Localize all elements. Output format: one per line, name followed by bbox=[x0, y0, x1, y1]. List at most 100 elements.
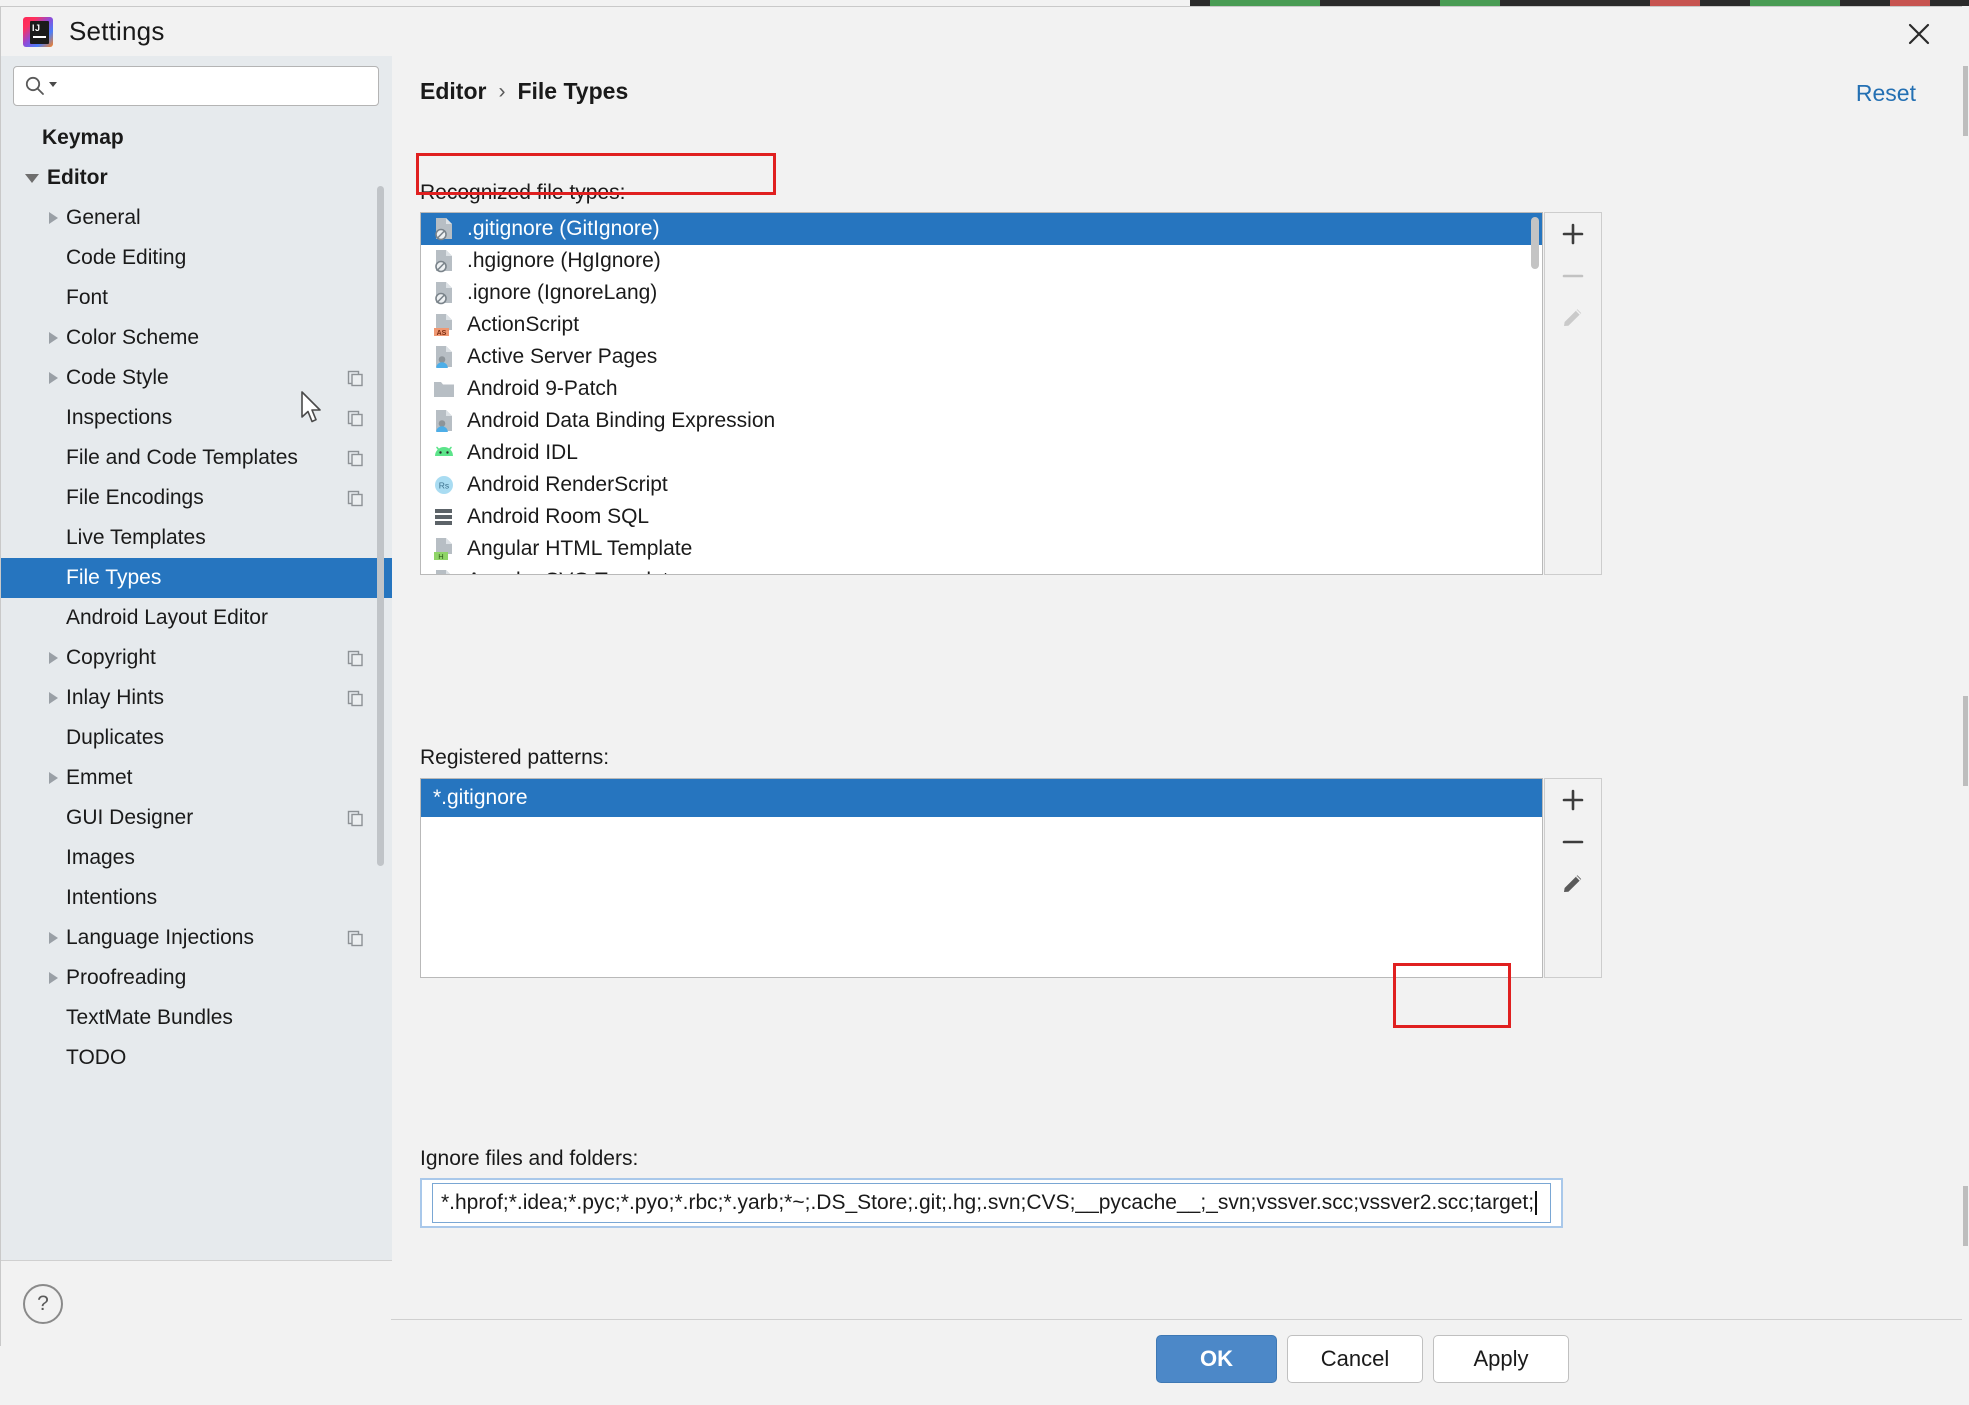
add-file-type-button[interactable] bbox=[1544, 213, 1602, 255]
intellij-idea-logo-icon: IJ bbox=[23, 17, 53, 47]
file-type-row[interactable]: ASActionScript bbox=[421, 309, 1542, 341]
chevron-right-icon[interactable] bbox=[49, 932, 58, 944]
sidebar-item-label: File and Code Templates bbox=[66, 446, 298, 470]
recognized-file-types-list[interactable]: .gitignore (GitIgnore) .hgignore (HgIgnor… bbox=[420, 212, 1543, 575]
sidebar-item-file-and-code-templates[interactable]: File and Code Templates bbox=[1, 438, 392, 478]
copy-settings-icon[interactable] bbox=[347, 809, 364, 826]
sidebar-item-label: File Types bbox=[66, 566, 161, 590]
sidebar-item-file-types[interactable]: File Types bbox=[1, 558, 392, 598]
dialog-outer-scrollbar[interactable] bbox=[1962, 6, 1969, 1346]
search-box[interactable] bbox=[13, 66, 379, 106]
sidebar-item-label: Live Templates bbox=[66, 526, 206, 550]
sidebar-item-file-encodings[interactable]: File Encodings bbox=[1, 478, 392, 518]
file-type-row[interactable]: Android Data Binding Expression bbox=[421, 405, 1542, 437]
sidebar-item-editor[interactable]: Editor bbox=[1, 158, 392, 198]
reset-link[interactable]: Reset bbox=[1856, 80, 1916, 107]
file-type-row[interactable]: HAngular HTML Template bbox=[421, 533, 1542, 565]
sidebar-item-label: Emmet bbox=[66, 766, 133, 790]
remove-file-type-button[interactable] bbox=[1544, 255, 1602, 297]
sidebar-item-label: Keymap bbox=[42, 126, 124, 150]
file-type-row[interactable]: .ignore (IgnoreLang) bbox=[421, 277, 1542, 309]
breadcrumb-parent[interactable]: Editor bbox=[420, 78, 486, 105]
file-type-row[interactable]: Android 9-Patch bbox=[421, 373, 1542, 405]
folder-icon bbox=[433, 377, 455, 401]
remove-pattern-button[interactable] bbox=[1544, 821, 1602, 863]
sidebar-scrollbar[interactable] bbox=[377, 186, 384, 866]
sidebar-item-emmet[interactable]: Emmet bbox=[1, 758, 392, 798]
file-type-row[interactable]: .hgignore (HgIgnore) bbox=[421, 245, 1542, 277]
copy-settings-icon[interactable] bbox=[347, 369, 364, 386]
cancel-button[interactable]: Cancel bbox=[1287, 1335, 1423, 1383]
copy-settings-icon[interactable] bbox=[347, 689, 364, 706]
search-input[interactable] bbox=[63, 76, 363, 96]
sidebar-item-android-layout-editor[interactable]: Android Layout Editor bbox=[1, 598, 392, 638]
chevron-down-icon[interactable] bbox=[25, 174, 39, 183]
settings-sidebar: Keymap EditorGeneralCode EditingFontColor… bbox=[1, 56, 392, 1346]
sidebar-item-gui-designer[interactable]: GUI Designer bbox=[1, 798, 392, 838]
ignore-files-input[interactable]: *.hprof;*.idea;*.pyc;*.pyo;*.rbc;*.yarb;… bbox=[420, 1178, 1563, 1228]
chevron-right-icon[interactable] bbox=[49, 332, 58, 344]
file-type-row[interactable]: Angular SVG Template bbox=[421, 565, 1542, 575]
sidebar-item-images[interactable]: Images bbox=[1, 838, 392, 878]
sidebar-item-color-scheme[interactable]: Color Scheme bbox=[1, 318, 392, 358]
chevron-right-icon[interactable] bbox=[49, 212, 58, 224]
registered-patterns-toolbar bbox=[1544, 778, 1602, 978]
chevron-right-icon[interactable] bbox=[49, 772, 58, 784]
copy-settings-icon[interactable] bbox=[347, 649, 364, 666]
settings-tree[interactable]: Keymap EditorGeneralCode EditingFontColor… bbox=[1, 118, 392, 1346]
edit-file-type-button[interactable] bbox=[1544, 297, 1602, 339]
copy-settings-icon[interactable] bbox=[347, 929, 364, 946]
file-type-row[interactable]: RsAndroid RenderScript bbox=[421, 469, 1542, 501]
sidebar-item-code-style[interactable]: Code Style bbox=[1, 358, 392, 398]
copy-settings-icon[interactable] bbox=[347, 409, 364, 426]
recognized-list-scrollbar[interactable] bbox=[1531, 217, 1539, 269]
sidebar-item-general[interactable]: General bbox=[1, 198, 392, 238]
registered-patterns-list[interactable]: *.gitignore bbox=[420, 778, 1543, 978]
file-type-row[interactable]: Android Room SQL bbox=[421, 501, 1542, 533]
copy-settings-icon[interactable] bbox=[347, 449, 364, 466]
chevron-right-icon[interactable] bbox=[49, 692, 58, 704]
ignore-files-label: Ignore files and folders: bbox=[420, 1147, 638, 1171]
copy-settings-icon[interactable] bbox=[347, 489, 364, 506]
sidebar-item-intentions[interactable]: Intentions bbox=[1, 878, 392, 918]
edit-pattern-button[interactable] bbox=[1544, 863, 1602, 905]
sidebar-item-inlay-hints[interactable]: Inlay Hints bbox=[1, 678, 392, 718]
ok-button[interactable]: OK bbox=[1156, 1335, 1277, 1383]
sidebar-item-label: Inspections bbox=[66, 406, 172, 430]
sidebar-item-label: Android Layout Editor bbox=[66, 606, 268, 630]
sidebar-item-code-editing[interactable]: Code Editing bbox=[1, 238, 392, 278]
help-button[interactable]: ? bbox=[23, 1284, 63, 1324]
sidebar-item-label: Inlay Hints bbox=[66, 686, 164, 710]
close-icon[interactable] bbox=[1900, 15, 1938, 53]
file-type-row[interactable]: .gitignore (GitIgnore) bbox=[421, 213, 1542, 245]
sidebar-item-label: Proofreading bbox=[66, 966, 186, 990]
actionscript-file-icon: AS bbox=[433, 313, 455, 337]
chevron-right-icon[interactable] bbox=[49, 972, 58, 984]
ignore-file-icon bbox=[433, 281, 455, 305]
file-type-label: .ignore (IgnoreLang) bbox=[467, 281, 657, 305]
pattern-label: *.gitignore bbox=[433, 786, 528, 810]
file-type-row[interactable]: Android IDL bbox=[421, 437, 1542, 469]
recognized-file-types-label: Recognized file types: bbox=[420, 181, 625, 205]
file-type-label: .gitignore (GitIgnore) bbox=[467, 217, 660, 241]
sidebar-item-duplicates[interactable]: Duplicates bbox=[1, 718, 392, 758]
search-dropdown-chevron-icon[interactable] bbox=[47, 77, 59, 95]
pattern-row[interactable]: *.gitignore bbox=[421, 779, 1542, 817]
sidebar-item-inspections[interactable]: Inspections bbox=[1, 398, 392, 438]
sidebar-item-todo[interactable]: TODO bbox=[1, 1038, 392, 1078]
sidebar-item-proofreading[interactable]: Proofreading bbox=[1, 958, 392, 998]
file-type-row[interactable]: Active Server Pages bbox=[421, 341, 1542, 373]
sidebar-item-live-templates[interactable]: Live Templates bbox=[1, 518, 392, 558]
sidebar-item-textmate-bundles[interactable]: TextMate Bundles bbox=[1, 998, 392, 1038]
file-type-label: Android Room SQL bbox=[467, 505, 649, 529]
sql-icon bbox=[433, 505, 455, 529]
chevron-right-icon[interactable] bbox=[49, 652, 58, 664]
apply-button[interactable]: Apply bbox=[1433, 1335, 1569, 1383]
chevron-right-icon[interactable] bbox=[49, 372, 58, 384]
sidebar-item-font[interactable]: Font bbox=[1, 278, 392, 318]
sidebar-item-language-injections[interactable]: Language Injections bbox=[1, 918, 392, 958]
search-icon bbox=[24, 75, 46, 97]
sidebar-item-keymap[interactable]: Keymap bbox=[1, 118, 392, 158]
sidebar-item-copyright[interactable]: Copyright bbox=[1, 638, 392, 678]
add-pattern-button[interactable] bbox=[1544, 779, 1602, 821]
